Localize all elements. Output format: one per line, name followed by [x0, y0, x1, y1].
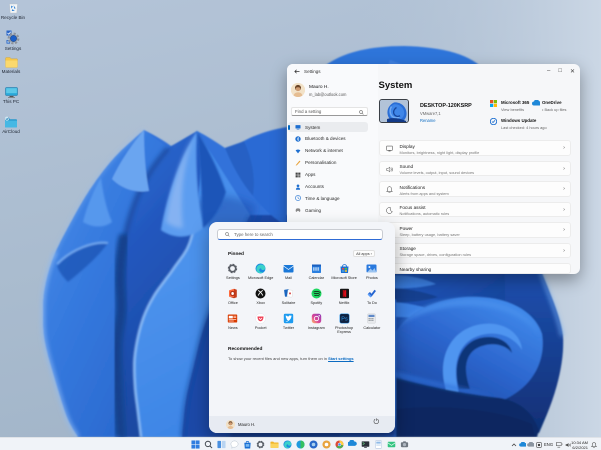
svg-text:Ps: Ps: [341, 317, 348, 323]
